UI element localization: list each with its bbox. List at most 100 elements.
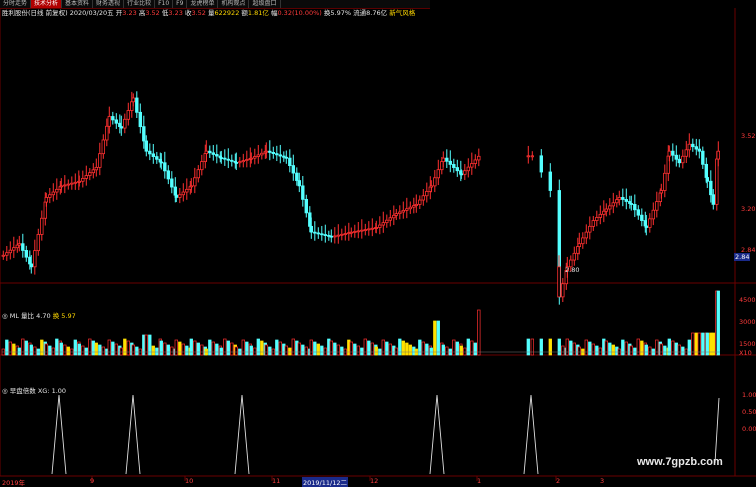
candle-body	[114, 119, 118, 124]
volume-bar	[463, 347, 467, 356]
candle-body	[548, 171, 552, 191]
volume-bar	[629, 345, 633, 356]
indicator-panel-header: ◎ 早盘倍数 XG: 1.00	[2, 387, 67, 395]
chart-canvas[interactable]	[0, 0, 756, 487]
volume-bar	[405, 342, 409, 356]
candle-body	[663, 172, 667, 191]
volume-bar	[166, 344, 170, 356]
volume-bar	[473, 342, 477, 356]
volume-bar	[208, 339, 212, 356]
volume-bar	[433, 320, 437, 356]
volume-bar	[107, 339, 111, 356]
candle-body	[418, 199, 422, 205]
candle-body	[245, 159, 249, 161]
candle-body	[148, 150, 152, 155]
volume-bar	[591, 343, 595, 356]
candle-body	[584, 231, 588, 239]
tab-8[interactable]: 机构观点	[218, 0, 250, 8]
candle-body	[477, 155, 481, 161]
volume-bar	[256, 338, 260, 356]
tab-9[interactable]: 超级盘口	[249, 0, 281, 8]
candle-body	[617, 197, 621, 201]
volume-bar	[640, 340, 644, 356]
tab-0[interactable]: 分时走势	[0, 0, 32, 8]
volume-bar	[611, 344, 615, 356]
candle-body	[320, 233, 324, 236]
indicator-axis-label: 0.00	[742, 425, 756, 433]
volume-bar	[123, 338, 127, 356]
candle-body	[268, 150, 272, 153]
candle-body	[77, 180, 81, 183]
candle-body	[196, 169, 200, 179]
candle-body	[621, 197, 625, 200]
tab-1[interactable]: 技术分析	[31, 0, 63, 8]
candle-body	[301, 185, 305, 200]
price-axis-label: 3.20	[741, 205, 756, 213]
volume-bar	[477, 309, 481, 356]
candle-body	[130, 101, 134, 111]
bar-date: 2020/03/20五	[69, 9, 114, 17]
low-candle	[557, 266, 561, 298]
candle-body	[572, 252, 576, 261]
candle-body	[701, 150, 705, 165]
volume-bar	[526, 338, 530, 356]
candle-body	[297, 180, 301, 187]
candle-body	[602, 210, 606, 215]
volume-bar	[219, 347, 223, 356]
tab-7[interactable]: 龙虎榜单	[187, 0, 219, 8]
xg-signal-spike	[523, 394, 539, 475]
candle-body	[275, 153, 279, 156]
volume-bar	[441, 344, 445, 356]
candle-body	[215, 154, 219, 157]
candle-body	[436, 169, 440, 179]
candle-body	[70, 182, 74, 185]
candle-body	[295, 172, 299, 181]
candle-body	[633, 203, 637, 211]
volume-bar	[577, 346, 581, 356]
tab-4[interactable]: 行业比较	[124, 0, 156, 8]
candle-body	[455, 167, 459, 172]
volume-bar	[73, 339, 77, 356]
candle-body	[304, 198, 308, 214]
volume-bar	[425, 343, 429, 356]
candle-body	[408, 206, 412, 210]
candle-body	[159, 161, 163, 164]
candle-body	[63, 184, 67, 187]
candle-body	[241, 160, 245, 163]
volume-bar	[716, 290, 720, 356]
xg-signal-spike	[51, 394, 67, 475]
candle-body	[119, 126, 123, 129]
volume-bar	[608, 342, 612, 356]
volume-bar	[429, 347, 433, 356]
volume-bar	[624, 341, 628, 356]
candle-body	[681, 155, 685, 164]
amount-value: 1.81亿	[247, 9, 269, 17]
candle-body	[211, 152, 215, 155]
volume-axis-label: 15000	[739, 340, 756, 348]
tab-2[interactable]: 基本资料	[62, 0, 94, 8]
date-label: 12	[370, 477, 379, 485]
tab-6[interactable]: F9	[173, 0, 188, 8]
indicator-axis-label: 1.00	[742, 391, 756, 399]
candle-body	[66, 183, 70, 186]
volume-bar	[33, 346, 37, 356]
volume-bar	[211, 341, 215, 356]
volume-bar	[663, 345, 667, 356]
volume-bar	[301, 344, 305, 356]
candle-body	[208, 150, 212, 154]
candle-body	[155, 156, 159, 160]
high-value: 3.52	[145, 9, 160, 17]
candle-body	[288, 157, 292, 166]
volume-bar	[297, 342, 301, 356]
volume-bar	[385, 341, 389, 356]
candle-body	[385, 219, 389, 224]
candle-body	[677, 158, 681, 164]
candle-body	[440, 161, 444, 171]
volume-bar	[163, 342, 167, 356]
volume-bar	[595, 345, 599, 356]
volume-bar	[316, 343, 320, 356]
tab-5[interactable]: F10	[155, 0, 174, 8]
tab-3[interactable]: 财务透视	[93, 0, 125, 8]
volume-bar	[621, 339, 625, 356]
candle-body	[101, 139, 105, 155]
